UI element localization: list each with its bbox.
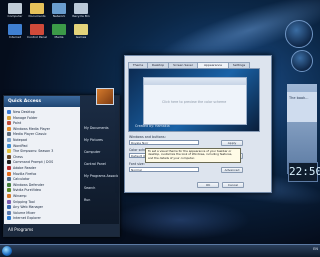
desktop-icon-label: Recycle Bin bbox=[72, 15, 90, 18]
start-menu-item-label: The Simpsons: Season 3 bbox=[13, 149, 54, 154]
apply-button[interactable]: Apply bbox=[221, 140, 243, 146]
start-menu-item-label: Winamp bbox=[13, 194, 27, 198]
font-size-select[interactable]: Normal bbox=[129, 167, 199, 172]
computer-icon[interactable] bbox=[8, 3, 22, 14]
program-icon bbox=[7, 188, 11, 193]
games-icon[interactable] bbox=[74, 24, 88, 35]
preview-text: Click here to preview the color scheme bbox=[162, 100, 227, 104]
program-icon bbox=[7, 160, 11, 165]
program-icon bbox=[7, 182, 11, 187]
notes-gadget-text: The book... bbox=[289, 96, 309, 100]
program-icon bbox=[7, 143, 11, 148]
start-menu-item[interactable]: Internet Explorer bbox=[7, 215, 79, 221]
media-icon[interactable] bbox=[52, 24, 66, 35]
start-menu-header-title: Quick Access bbox=[8, 99, 42, 104]
program-icon bbox=[7, 216, 11, 221]
preview-caption: Created by: Hamakia bbox=[135, 124, 170, 128]
cancel-button[interactable]: Cancel bbox=[222, 182, 244, 188]
preview-window: Click here to preview the color scheme bbox=[143, 77, 247, 125]
wallpaper-light-streak bbox=[110, 200, 250, 240]
program-icon bbox=[7, 121, 11, 126]
taskbar: EN bbox=[0, 244, 320, 257]
program-icon bbox=[7, 110, 11, 114]
start-menu-item-label: Any Web Manager bbox=[13, 205, 44, 210]
program-icon bbox=[7, 138, 11, 142]
start-menu-place-item[interactable]: Run bbox=[84, 198, 118, 203]
program-icon bbox=[7, 154, 11, 159]
program-icon bbox=[7, 126, 11, 131]
appearance-preview: Click here to preview the color scheme C… bbox=[128, 68, 260, 132]
start-menu-item-label: Command Prompt / DOS bbox=[13, 160, 54, 165]
system-tray-text: EN bbox=[313, 247, 318, 251]
tooltip: To set a visual theme for the appearance… bbox=[145, 148, 241, 163]
start-menu-item-label: Media Player Classic bbox=[13, 132, 47, 137]
start-menu-item-label: Notepad bbox=[13, 138, 28, 142]
start-menu-place-item[interactable]: My Documents bbox=[84, 126, 118, 131]
start-menu-programs-pane: Quick Access New Desktop Manage Folder Pai… bbox=[4, 96, 80, 236]
all-programs-link[interactable]: All Programs bbox=[8, 227, 33, 232]
start-menu: Quick Access New Desktop Manage Folder Pai… bbox=[3, 95, 120, 237]
network-icon[interactable] bbox=[52, 3, 66, 14]
documents-folder-icon[interactable] bbox=[30, 3, 44, 14]
font-size-label: Font size: bbox=[129, 162, 145, 166]
start-menu-item-label: Paint bbox=[13, 121, 22, 126]
windows-buttons-label: Windows and buttons: bbox=[129, 135, 166, 139]
start-menu-item-label: WordPad bbox=[13, 143, 28, 148]
start-menu-item-label: Manage Folder bbox=[13, 115, 38, 120]
start-menu-places-pane: My Documents My Pictures Computer Control P… bbox=[80, 96, 119, 236]
user-picture[interactable] bbox=[96, 88, 114, 105]
program-icon bbox=[7, 205, 11, 210]
program-icon bbox=[7, 199, 11, 204]
start-menu-item-label: Nvidia PureVideo bbox=[13, 188, 41, 193]
program-icon bbox=[7, 171, 11, 176]
start-menu-item-label: Volume Mixer bbox=[13, 210, 36, 215]
digital-clock-gadget: 22:50 bbox=[288, 162, 320, 182]
start-menu-place-item[interactable]: Computer bbox=[84, 150, 118, 155]
desktop-icon-label: Games bbox=[75, 36, 87, 39]
advanced-button[interactable]: Advanced bbox=[221, 167, 243, 173]
internet-icon[interactable] bbox=[8, 24, 22, 35]
start-menu-place-item[interactable]: My Programs Associated Defaults bbox=[84, 174, 118, 179]
display-properties-dialog: Theme Desktop Screen Saver Appearance Se… bbox=[124, 55, 272, 193]
start-menu-item-label: Windows Media Player bbox=[13, 126, 50, 131]
program-icon bbox=[7, 149, 11, 154]
start-menu-item-label: Internet Explorer bbox=[13, 216, 41, 221]
program-icon bbox=[7, 210, 11, 215]
preview-window-titlebar bbox=[144, 78, 246, 85]
start-menu-item-label: Adobe Reader bbox=[13, 166, 37, 170]
start-menu-item-label: Chess bbox=[13, 154, 23, 159]
recycle-bin-icon[interactable] bbox=[74, 3, 88, 14]
start-menu-place-item[interactable]: Control Panel bbox=[84, 162, 118, 167]
clock-gadget[interactable] bbox=[285, 20, 313, 48]
ok-button[interactable]: OK bbox=[197, 182, 219, 188]
program-icon bbox=[7, 132, 11, 137]
start-orb-icon[interactable] bbox=[2, 246, 12, 256]
start-menu-header: Quick Access bbox=[4, 96, 80, 107]
program-icon bbox=[7, 115, 11, 120]
start-menu-item-label: New Desktop bbox=[13, 110, 35, 114]
start-menu-item-label: Snipping Tool bbox=[13, 199, 35, 204]
start-menu-place-item[interactable]: My Pictures bbox=[84, 138, 118, 143]
start-menu-item-label: Mozilla Firefox bbox=[13, 171, 37, 176]
start-menu-place-item[interactable]: Search bbox=[84, 186, 118, 191]
program-icon bbox=[7, 177, 11, 182]
program-icon bbox=[7, 166, 11, 170]
notes-gadget[interactable]: The book... bbox=[287, 92, 317, 122]
control-panel-icon[interactable] bbox=[30, 24, 44, 35]
start-menu-item-label: Calculator bbox=[13, 177, 30, 182]
program-icon bbox=[7, 194, 11, 198]
windows-buttons-select[interactable]: Royale Noir bbox=[129, 140, 199, 145]
start-menu-item-label: Windows Defender bbox=[13, 182, 45, 187]
second-clock-gadget[interactable] bbox=[291, 50, 313, 72]
start-menu-footer: All Programs bbox=[4, 224, 119, 236]
